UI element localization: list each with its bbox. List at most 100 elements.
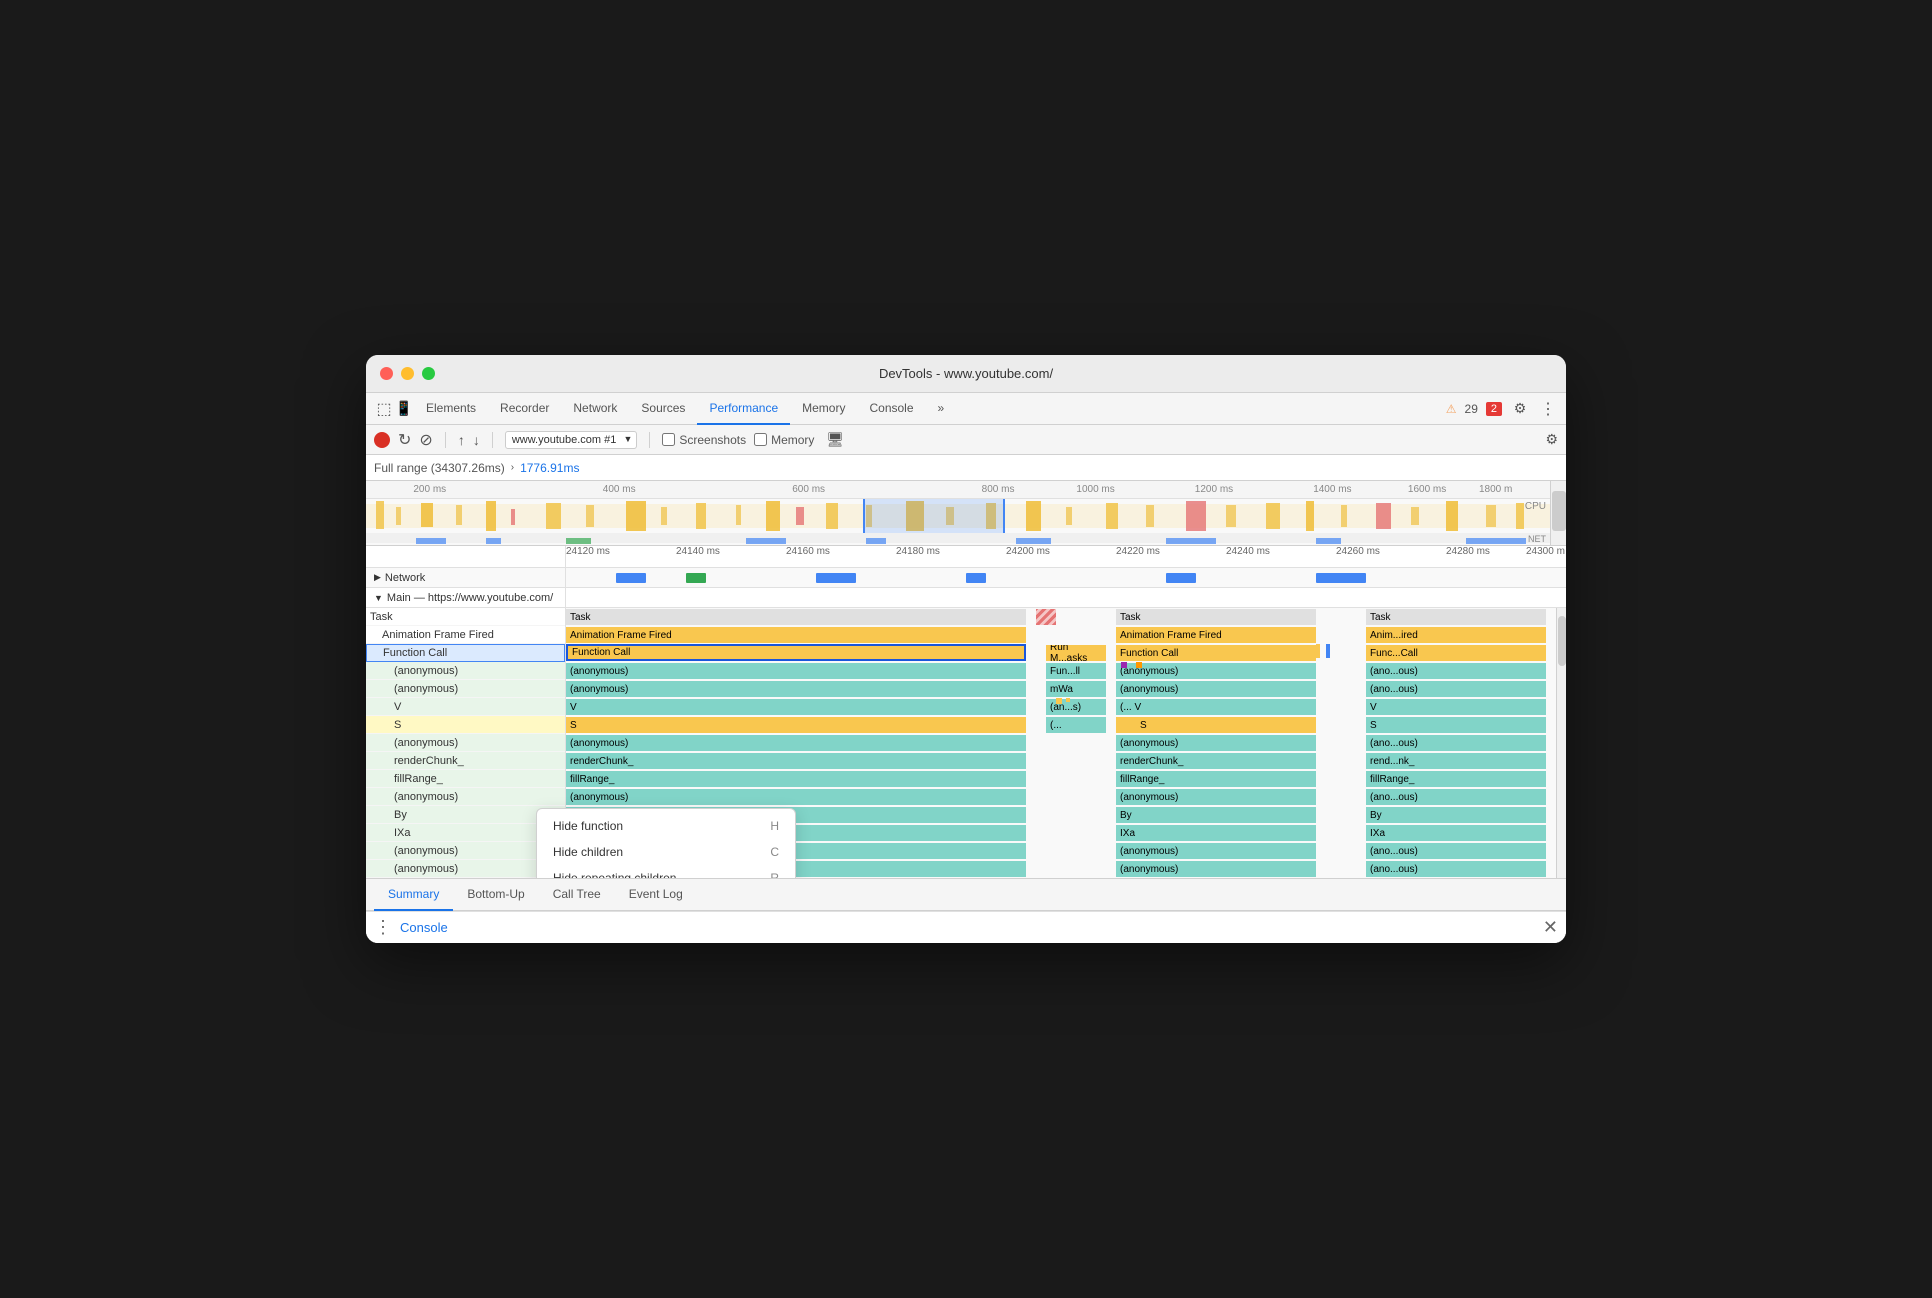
anim-bar-mid[interactable]: Animation Frame Fired — [1116, 627, 1316, 643]
tab-elements[interactable]: Elements — [414, 393, 488, 425]
device-icon[interactable]: 📱 — [394, 399, 414, 419]
anon2-bar-mid-label[interactable]: mWa — [1046, 681, 1106, 697]
fn-bar-right1[interactable]: Function Call — [1116, 645, 1316, 661]
anon5-bar-right2[interactable]: (ano...ous) — [1366, 843, 1546, 859]
task-bar-right[interactable]: Task — [1366, 609, 1546, 625]
settings-icon[interactable]: ⚙ — [1510, 399, 1530, 419]
anon3-bar-right1[interactable]: (anonymous) — [1116, 735, 1316, 751]
screenshots-checkbox-label[interactable]: Screenshots — [662, 433, 746, 447]
task-bar-mid[interactable]: Task — [1116, 609, 1316, 625]
fn-bar-left-selected[interactable]: Function Call — [566, 644, 1026, 661]
close-console-icon[interactable]: ✕ — [1543, 917, 1558, 938]
main-scrollbar-thumb[interactable] — [1558, 616, 1566, 666]
tab-console[interactable]: Console — [857, 393, 925, 425]
anon2-bar-left[interactable]: (anonymous) — [566, 681, 1026, 697]
by-bar-right1[interactable]: By — [1116, 807, 1316, 823]
tab-bottom-up[interactable]: Bottom-Up — [453, 879, 538, 911]
flame-label-anim-frame[interactable]: Animation Frame Fired — [366, 626, 565, 644]
flame-label-renderchunk[interactable]: renderChunk_ — [366, 752, 565, 770]
main-thread-label-row[interactable]: ▼ Main — https://www.youtube.com/ — [366, 588, 1566, 608]
tab-event-log[interactable]: Event Log — [615, 879, 697, 911]
anon1-bar-right2[interactable]: (ano...ous) — [1366, 663, 1546, 679]
anon2-bar-right1[interactable]: (anonymous) — [1116, 681, 1316, 697]
fill-bar-left[interactable]: fillRange_ — [566, 771, 1026, 787]
render-bar-right2[interactable]: rend...nk_ — [1366, 753, 1546, 769]
s-bar-right2[interactable]: S — [1366, 717, 1546, 733]
download-icon[interactable]: ↓ — [473, 432, 480, 448]
ixa-bar-right2[interactable]: IXa — [1366, 825, 1546, 841]
tab-recorder[interactable]: Recorder — [488, 393, 561, 425]
clear-icon[interactable]: ⊘ — [419, 430, 432, 450]
ixa-bar-right1[interactable]: IXa — [1116, 825, 1316, 841]
flame-label-anon1[interactable]: (anonymous) — [366, 662, 565, 680]
network-track-row[interactable]: ▶ Network — [366, 568, 1566, 588]
anim-bar-right[interactable]: Anim...ired — [1366, 627, 1546, 643]
context-hide-children[interactable]: Hide children C — [537, 839, 795, 865]
context-hide-repeating[interactable]: Hide repeating children R — [537, 865, 795, 878]
overview-scrollbar[interactable] — [1550, 481, 1566, 545]
flame-label-anon4[interactable]: (anonymous) — [366, 788, 565, 806]
anon3-bar-left[interactable]: (anonymous) — [566, 735, 1026, 751]
tab-memory[interactable]: Memory — [790, 393, 857, 425]
main-thread-label[interactable]: ▼ Main — https://www.youtube.com/ — [366, 588, 566, 607]
anon2-bar-right2[interactable]: (ano...ous) — [1366, 681, 1546, 697]
console-label[interactable]: Console — [400, 920, 448, 935]
anon1-bar-mid-label[interactable]: Fun...ll — [1046, 663, 1106, 679]
s-bar-right1[interactable]: S — [1136, 717, 1316, 733]
flame-label-anon3[interactable]: (anonymous) — [366, 734, 565, 752]
flame-label-task[interactable]: Task — [366, 608, 565, 626]
fn-bar-right2[interactable]: Func...Call — [1366, 645, 1546, 661]
anon6-bar-right1[interactable]: (anonymous) — [1116, 861, 1316, 877]
more-icon[interactable]: ⋮ — [1538, 399, 1558, 419]
close-button[interactable] — [380, 367, 393, 380]
s-bar-mid-label[interactable]: (... — [1046, 717, 1106, 733]
context-hide-function[interactable]: Hide function H — [537, 813, 795, 839]
tab-call-tree[interactable]: Call Tree — [539, 879, 615, 911]
v-bar-mid-label[interactable]: (an...s) — [1046, 699, 1106, 715]
tab-sources[interactable]: Sources — [629, 393, 697, 425]
by-bar-right2[interactable]: By — [1366, 807, 1546, 823]
v-bar-right2[interactable]: V — [1366, 699, 1546, 715]
s-bar-left[interactable]: S — [566, 717, 1026, 733]
anon1-bar-left[interactable]: (anonymous) — [566, 663, 1026, 679]
tab-performance[interactable]: Performance — [697, 393, 790, 425]
fill-bar-right1[interactable]: fillRange_ — [1116, 771, 1316, 787]
anon1-bar-right1[interactable]: (anonymous) — [1116, 663, 1316, 679]
inspect-icon[interactable]: ⬚ — [374, 399, 394, 419]
v-bar-right1[interactable]: (... V — [1116, 699, 1316, 715]
maximize-button[interactable] — [422, 367, 435, 380]
memory-checkbox-label[interactable]: Memory — [754, 433, 814, 447]
refresh-icon[interactable]: ↻ — [398, 430, 411, 450]
task-bar-left[interactable]: Task — [566, 609, 1026, 625]
console-dots-icon[interactable]: ⋮ — [374, 917, 392, 938]
capture-settings-icon[interactable]: 🖥 — [826, 431, 844, 448]
upload-icon[interactable]: ↑ — [458, 432, 465, 448]
anon5-bar-right1[interactable]: (anonymous) — [1116, 843, 1316, 859]
flame-label-function-call[interactable]: Function Call — [366, 644, 565, 662]
fn-bar-mid-label[interactable]: Run M...asks — [1046, 645, 1106, 661]
v-bar-left[interactable]: V — [566, 699, 1026, 715]
tab-network[interactable]: Network — [561, 393, 629, 425]
tab-more[interactable]: » — [926, 393, 957, 425]
minimize-button[interactable] — [401, 367, 414, 380]
flame-label-anon2[interactable]: (anonymous) — [366, 680, 565, 698]
timeline-overview[interactable]: 200 ms 400 ms 600 ms 800 ms 1000 ms 1200… — [366, 481, 1566, 546]
anon6-bar-right2[interactable]: (ano...ous) — [1366, 861, 1546, 877]
render-bar-right1[interactable]: renderChunk_ — [1116, 753, 1316, 769]
anon4-bar-right2[interactable]: (ano...ous) — [1366, 789, 1546, 805]
anon3-bar-right2[interactable]: (ano...ous) — [1366, 735, 1546, 751]
flame-label-v[interactable]: V — [366, 698, 565, 716]
flame-label-s[interactable]: S — [366, 716, 565, 734]
url-select[interactable]: www.youtube.com #1 ▼ — [505, 431, 638, 449]
record-button[interactable] — [374, 432, 390, 448]
tab-summary[interactable]: Summary — [374, 879, 453, 911]
perf-settings-icon[interactable]: ⚙ — [1545, 431, 1558, 448]
screenshots-checkbox[interactable] — [662, 433, 675, 446]
anon4-bar-left[interactable]: (anonymous) — [566, 789, 1026, 805]
flame-label-fillrange[interactable]: fillRange_ — [366, 770, 565, 788]
scrollbar-thumb[interactable] — [1552, 491, 1566, 531]
network-track-label[interactable]: ▶ Network — [366, 568, 566, 587]
anim-bar-left[interactable]: Animation Frame Fired — [566, 627, 1026, 643]
fill-bar-right2[interactable]: fillRange_ — [1366, 771, 1546, 787]
main-scrollbar[interactable] — [1556, 608, 1566, 878]
